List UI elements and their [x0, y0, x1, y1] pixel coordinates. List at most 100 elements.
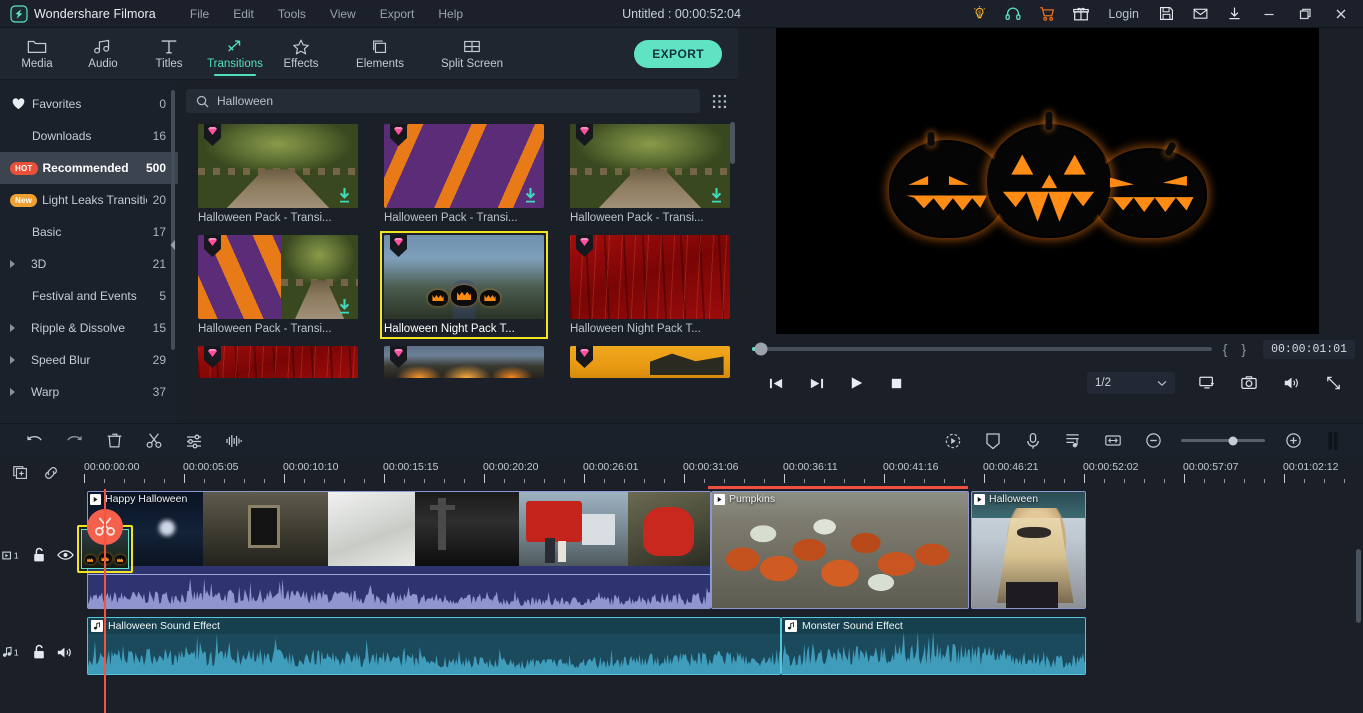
sidebar-item-speed-blur[interactable]: Speed Blur 29 — [0, 344, 178, 376]
menu-view[interactable]: View — [318, 3, 368, 25]
transitions-content: Halloween Halloween Pack - Transi... Hal… — [178, 80, 738, 423]
record-voiceover-icon[interactable] — [1013, 427, 1053, 455]
split-marker-icon[interactable] — [87, 509, 123, 545]
link-icon[interactable] — [38, 464, 64, 482]
menu-tools[interactable]: Tools — [266, 3, 318, 25]
sidebar-item-festival-and-events[interactable]: Festival and Events 5 — [0, 280, 178, 312]
stop-icon[interactable] — [876, 368, 916, 398]
transition-card[interactable]: Halloween Pack - Transi... — [198, 124, 358, 224]
fullscreen-icon[interactable] — [1313, 368, 1353, 398]
speaker-icon[interactable] — [52, 645, 78, 660]
playback-scrubber[interactable] — [752, 342, 1212, 356]
marker-icon[interactable] — [1313, 427, 1353, 455]
sidebar-count: 15 — [152, 321, 166, 335]
sidebar-item-favorites[interactable]: Favorites 0 — [0, 88, 178, 120]
download-icon[interactable] — [1217, 0, 1251, 28]
mail-icon[interactable] — [1183, 0, 1217, 28]
sidebar-item-basic[interactable]: Basic 17 — [0, 216, 178, 248]
menu-help[interactable]: Help — [426, 3, 475, 25]
video-preview[interactable] — [738, 28, 1363, 334]
menu-edit[interactable]: Edit — [221, 3, 266, 25]
timeline-audio-clip-monster-sound-effect[interactable]: Monster Sound Effect — [781, 617, 1086, 675]
sidebar-item-recommended[interactable]: HOT Recommended 500 — [0, 152, 178, 184]
tab-elements[interactable]: Elements — [334, 28, 426, 80]
music-note-icon — [91, 620, 103, 632]
zoom-handle[interactable] — [1228, 436, 1238, 445]
grid-dots-icon[interactable] — [708, 90, 730, 112]
sidebar-item-3d[interactable]: 3D 21 — [0, 248, 178, 280]
headset-icon[interactable] — [996, 0, 1030, 28]
beat-detect-icon[interactable] — [1053, 427, 1093, 455]
cart-icon[interactable] — [1030, 0, 1064, 28]
tab-media[interactable]: Media — [4, 28, 70, 80]
play-icon[interactable] — [836, 368, 876, 398]
timeline-toolbar — [0, 423, 1363, 457]
timeline-ruler[interactable]: 00:00:00:00 00:00:05:05 00:00:10:10 00:0… — [80, 457, 1363, 489]
timeline-clip-halloween[interactable]: Halloween — [971, 491, 1086, 609]
add-track-icon[interactable] — [8, 464, 34, 482]
sidebar-scrollbar[interactable] — [171, 90, 175, 350]
tab-effects[interactable]: Effects — [268, 28, 334, 80]
eye-icon[interactable] — [52, 549, 78, 561]
redo-icon[interactable] — [54, 427, 94, 455]
timeline-audio-clip-halloween-sound-effect[interactable]: Halloween Sound Effect — [87, 617, 781, 675]
zoom-in-icon[interactable] — [1273, 427, 1313, 455]
gift-icon[interactable] — [1064, 0, 1098, 28]
collapse-sidebar-icon[interactable] — [168, 228, 178, 262]
transition-card-selected[interactable]: Halloween Night Pack T... — [380, 231, 548, 339]
tab-transitions[interactable]: Transitions — [202, 28, 268, 80]
transition-card[interactable]: Halloween Night Pack T... — [570, 235, 730, 335]
prev-frame-icon[interactable] — [756, 368, 796, 398]
preview-timecode[interactable]: 00:00:01:01 — [1263, 339, 1355, 359]
unlock-icon[interactable] — [26, 644, 52, 660]
transition-card[interactable] — [198, 346, 358, 378]
timeline-zoom-slider[interactable] — [1181, 436, 1265, 445]
transition-card[interactable]: Halloween Pack - Transi... — [198, 235, 358, 335]
tab-media-label: Media — [21, 57, 53, 70]
unlock-icon[interactable] — [26, 547, 52, 563]
transition-card[interactable]: Halloween Pack - Transi... — [384, 124, 544, 224]
timeline-clip-happy-halloween[interactable]: Happy Halloween — [87, 491, 711, 609]
snapshot-icon[interactable] — [1229, 368, 1269, 398]
menu-file[interactable]: File — [178, 3, 221, 25]
color-match-icon[interactable] — [933, 427, 973, 455]
search-input[interactable]: Halloween — [186, 89, 700, 113]
zoom-out-icon[interactable] — [1133, 427, 1173, 455]
sidebar-item-ripple-dissolve[interactable]: Ripple & Dissolve 15 — [0, 312, 178, 344]
display-icon[interactable] — [1187, 368, 1227, 398]
transition-card[interactable] — [570, 346, 730, 378]
playback-quality-select[interactable]: 1/2 — [1087, 372, 1175, 394]
scrubber-handle[interactable] — [754, 342, 768, 356]
sidebar-item-warp[interactable]: Warp 37 — [0, 376, 178, 408]
delete-icon[interactable] — [94, 427, 134, 455]
fit-timeline-icon[interactable] — [1093, 427, 1133, 455]
sidebar-item-downloads[interactable]: Downloads 16 — [0, 120, 178, 152]
timeline-vertical-scrollbar[interactable] — [1356, 549, 1361, 623]
timeline-clip-pumpkins[interactable]: Pumpkins — [711, 491, 969, 609]
export-button[interactable]: EXPORT — [634, 39, 722, 68]
mark-in-button[interactable]: { — [1220, 341, 1231, 357]
menu-export[interactable]: Export — [368, 3, 427, 25]
tab-split-screen[interactable]: Split Screen — [426, 28, 518, 80]
transition-card[interactable]: Halloween Pack - Transi... — [570, 124, 730, 224]
undo-icon[interactable] — [14, 427, 54, 455]
tab-titles[interactable]: Titles — [136, 28, 202, 80]
audio-waveform-icon[interactable] — [214, 427, 254, 455]
sidebar-item-light-leaks[interactable]: New Light Leaks Transition 20 — [0, 184, 178, 216]
lightbulb-icon[interactable]: $ — [962, 0, 996, 28]
maximize-button[interactable] — [1287, 0, 1323, 28]
next-frame-icon[interactable] — [796, 368, 836, 398]
split-scissors-icon[interactable] — [134, 427, 174, 455]
mask-icon[interactable] — [973, 427, 1013, 455]
tab-audio[interactable]: Audio — [70, 28, 136, 80]
login-button[interactable]: Login — [1098, 7, 1149, 21]
premium-gem-icon — [576, 235, 593, 257]
grid-scrollbar[interactable] — [730, 122, 735, 164]
volume-icon[interactable] — [1271, 368, 1311, 398]
settings-sliders-icon[interactable] — [174, 427, 214, 455]
close-button[interactable] — [1323, 0, 1359, 28]
save-icon[interactable] — [1149, 0, 1183, 28]
mark-out-button[interactable]: } — [1238, 341, 1249, 357]
minimize-button[interactable] — [1251, 0, 1287, 28]
transition-card[interactable] — [384, 346, 544, 378]
